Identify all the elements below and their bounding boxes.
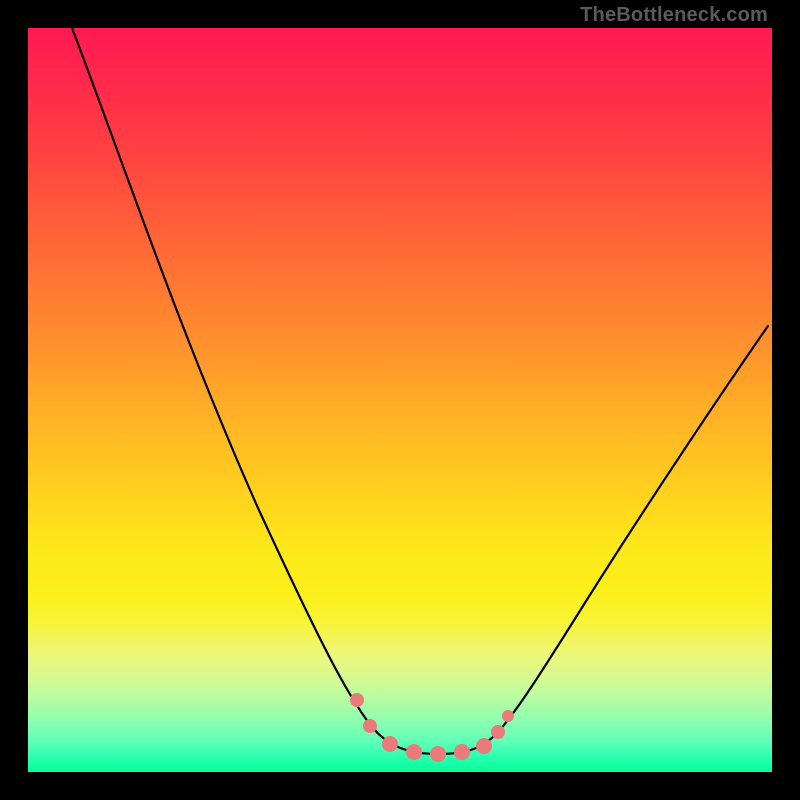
watermark-text: TheBottleneck.com xyxy=(580,4,768,27)
chart-marker xyxy=(491,725,505,739)
chart-curve xyxy=(72,28,768,754)
chart-marker xyxy=(350,693,364,707)
chart-frame: TheBottleneck.com xyxy=(0,0,800,800)
chart-marker xyxy=(476,738,492,754)
chart-svg xyxy=(28,28,772,772)
chart-marker xyxy=(454,744,470,760)
chart-marker xyxy=(382,736,398,752)
chart-marker xyxy=(430,746,446,762)
chart-marker xyxy=(406,744,422,760)
chart-markers xyxy=(350,693,514,762)
chart-marker xyxy=(502,710,514,722)
chart-marker xyxy=(363,719,377,733)
chart-plot-area xyxy=(28,28,772,772)
